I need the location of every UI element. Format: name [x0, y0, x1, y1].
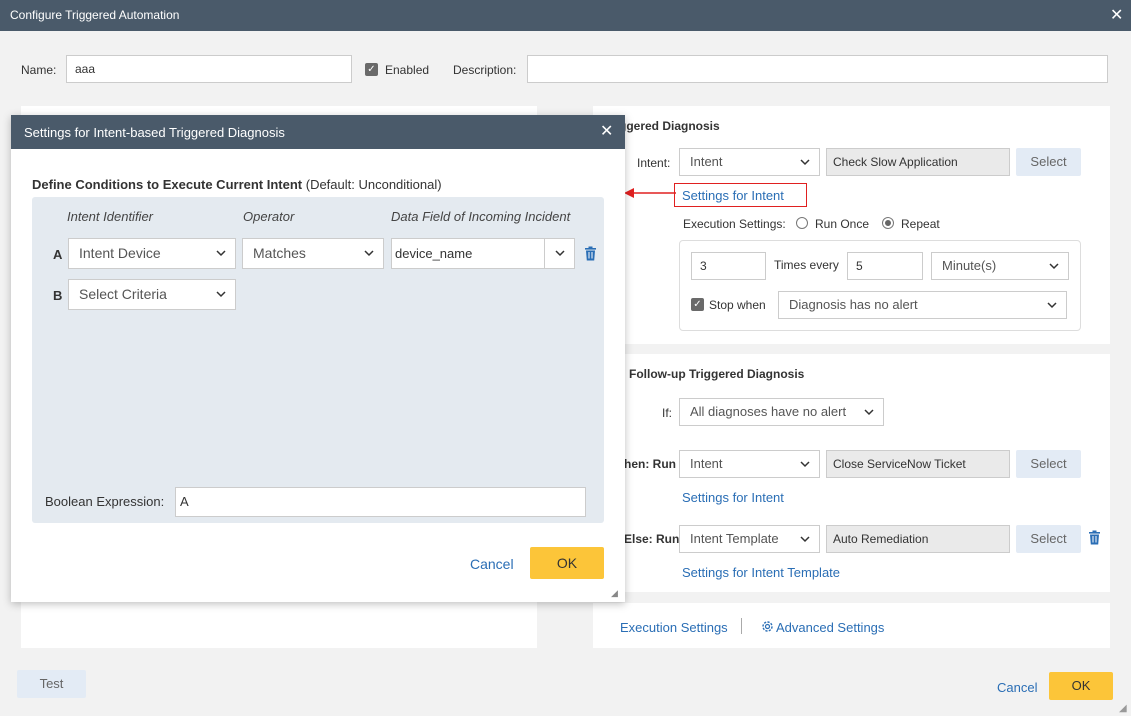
description-input[interactable]	[527, 55, 1108, 83]
stop-when-select[interactable]: Diagnosis has no alert	[778, 291, 1067, 319]
followup-title: Follow-up Triggered Diagnosis	[629, 367, 805, 381]
row-a-identifier-value: Intent Device	[79, 245, 161, 261]
times-every-label: Times every	[774, 258, 839, 272]
else-select-button[interactable]: Select	[1016, 525, 1081, 553]
description-label: Description:	[453, 63, 517, 77]
define-conditions-default: (Default: Unconditional)	[302, 177, 442, 192]
dialog-title-bar: Settings for Intent-based Triggered Diag…	[11, 115, 625, 149]
ok-button[interactable]: OK	[1049, 672, 1113, 700]
chevron-down-icon	[363, 239, 375, 268]
gear-icon	[761, 620, 774, 636]
then-type-select[interactable]: Intent	[679, 450, 820, 478]
chevron-down-icon	[799, 149, 811, 175]
chevron-down-icon	[799, 451, 811, 477]
col-header-identifier: Intent Identifier	[67, 209, 153, 224]
then-name-field: Close ServiceNow Ticket	[826, 450, 1010, 478]
if-label: If:	[662, 406, 673, 420]
cancel-button[interactable]: Cancel	[997, 680, 1037, 695]
execution-settings-tab[interactable]: Execution Settings	[620, 620, 728, 635]
chevron-down-icon[interactable]	[554, 239, 566, 271]
repeat-label: Repeat	[901, 217, 940, 231]
intent-name-field: Check Slow Application	[826, 148, 1010, 176]
every-input[interactable]: 5	[847, 252, 923, 280]
close-icon[interactable]: ✕	[1110, 8, 1123, 24]
name-label: Name:	[21, 63, 57, 77]
dialog-close-icon[interactable]: ✕	[600, 124, 613, 140]
advanced-settings-tab[interactable]: Advanced Settings	[776, 620, 884, 635]
tab-divider	[741, 618, 742, 634]
row-b-identifier-select[interactable]: Select Criteria	[68, 279, 236, 310]
chevron-down-icon	[1046, 292, 1058, 318]
resize-grip-icon[interactable]: ◢	[1119, 703, 1127, 714]
conditions-box: Intent Identifier Operator Data Field of…	[32, 197, 604, 523]
row-a-identifier-select[interactable]: Intent Device	[68, 238, 236, 269]
else-run-label: Else: Run	[624, 532, 680, 546]
intent-label: Intent:	[637, 156, 671, 170]
boolean-expression-input[interactable]: A	[175, 487, 586, 517]
red-arrow-icon	[624, 188, 676, 198]
else-settings-link[interactable]: Settings for Intent Template	[682, 565, 840, 580]
enabled-checkbox[interactable]: ✓	[365, 63, 378, 76]
stop-when-value: Diagnosis has no alert	[789, 297, 918, 312]
enabled-label: Enabled	[385, 63, 430, 77]
dialog-cancel-button[interactable]: Cancel	[470, 556, 514, 572]
intent-select-button[interactable]: Select	[1016, 148, 1081, 176]
row-a-operator-select[interactable]: Matches	[242, 238, 384, 269]
then-select-button[interactable]: Select	[1016, 450, 1081, 478]
row-a-field-value: device_name	[395, 246, 473, 261]
stop-when-label: Stop when	[709, 298, 766, 312]
dialog-resize-grip-icon[interactable]: ◢	[611, 588, 618, 599]
chevron-down-icon	[1048, 253, 1060, 279]
if-value: All diagnoses have no alert	[690, 404, 847, 419]
dialog-ok-button[interactable]: OK	[530, 547, 604, 579]
unit-select[interactable]: Minute(s)	[931, 252, 1069, 280]
unit-value: Minute(s)	[942, 258, 997, 273]
else-type-value: Intent Template	[690, 531, 779, 546]
stop-when-checkbox[interactable]: ✓	[691, 298, 704, 311]
else-name-field: Auto Remediation	[826, 525, 1010, 553]
then-settings-link[interactable]: Settings for Intent	[682, 490, 784, 505]
name-input[interactable]: aaa	[66, 55, 352, 83]
window-title: Configure Triggered Automation	[10, 8, 180, 22]
define-conditions-title: Define Conditions to Execute Current Int…	[32, 177, 303, 192]
intent-type-select[interactable]: Intent	[679, 148, 820, 176]
chevron-down-icon	[215, 239, 227, 268]
then-type-value: Intent	[690, 456, 723, 471]
then-run-label: hen: Run	[624, 457, 676, 471]
chevron-down-icon	[799, 526, 811, 552]
dialog-title: Settings for Intent-based Triggered Diag…	[24, 125, 285, 140]
execution-settings-label: Execution Settings:	[683, 217, 786, 231]
chevron-down-icon	[215, 280, 227, 309]
run-once-radio[interactable]	[796, 217, 808, 229]
row-a-delete-icon[interactable]	[584, 246, 597, 264]
times-input[interactable]: 3	[691, 252, 766, 280]
window-title-bar: Configure Triggered Automation ✕	[0, 0, 1131, 31]
run-once-label: Run Once	[815, 217, 870, 231]
col-header-field: Data Field of Incoming Incident	[391, 209, 571, 224]
row-a-field-combobox[interactable]: device_name	[391, 238, 575, 269]
if-select[interactable]: All diagnoses have no alert	[679, 398, 884, 426]
row-b-letter: B	[53, 288, 63, 303]
else-type-select[interactable]: Intent Template	[679, 525, 820, 553]
col-header-operator: Operator	[243, 209, 295, 224]
boolean-expression-label: Boolean Expression:	[45, 494, 165, 509]
intent-type-value: Intent	[690, 154, 723, 169]
row-a-operator-value: Matches	[253, 245, 306, 261]
chevron-down-icon	[863, 399, 875, 425]
intent-settings-dialog: Settings for Intent-based Triggered Diag…	[11, 115, 625, 602]
settings-for-intent-link[interactable]: Settings for Intent	[682, 188, 784, 203]
define-conditions-heading: Define Conditions to Execute Current Int…	[32, 177, 442, 192]
test-button[interactable]: Test	[17, 670, 86, 698]
repeat-radio[interactable]	[882, 217, 894, 229]
row-a-letter: A	[53, 247, 63, 262]
combobox-divider	[544, 239, 545, 268]
trash-icon[interactable]	[1088, 530, 1101, 548]
row-b-identifier-value: Select Criteria	[79, 286, 167, 302]
triggered-diagnosis-title: ggered Diagnosis	[619, 119, 720, 133]
